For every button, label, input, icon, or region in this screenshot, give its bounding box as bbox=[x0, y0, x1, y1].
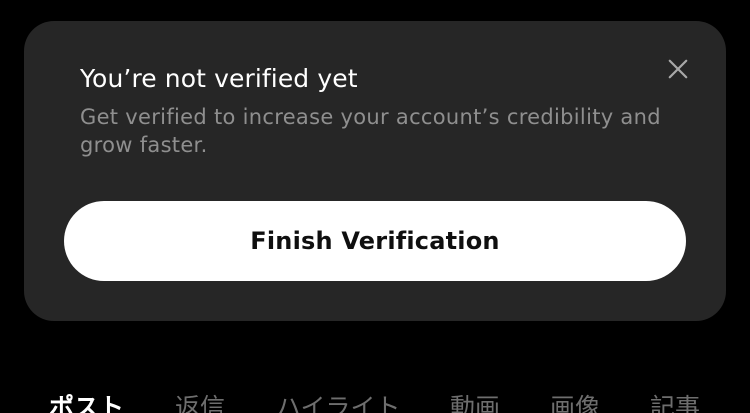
close-button[interactable] bbox=[664, 55, 692, 83]
profile-tabs: ポスト 返信 ハイライト 動画 画像 記事 bbox=[0, 392, 750, 413]
tab-articles[interactable]: 記事 bbox=[650, 392, 700, 413]
close-icon bbox=[668, 59, 688, 79]
verification-banner: You’re not verified yet Get verified to … bbox=[24, 21, 726, 321]
tab-highlights[interactable]: ハイライト bbox=[276, 392, 401, 413]
tab-replies[interactable]: 返信 bbox=[175, 392, 225, 413]
banner-title: You’re not verified yet bbox=[80, 64, 358, 93]
finish-verification-button[interactable]: Finish Verification bbox=[64, 201, 686, 281]
banner-description: Get verified to increase your account’s … bbox=[80, 105, 661, 157]
tab-posts[interactable]: ポスト bbox=[49, 392, 124, 413]
tab-images[interactable]: 画像 bbox=[550, 392, 600, 413]
tab-videos[interactable]: 動画 bbox=[450, 392, 500, 413]
